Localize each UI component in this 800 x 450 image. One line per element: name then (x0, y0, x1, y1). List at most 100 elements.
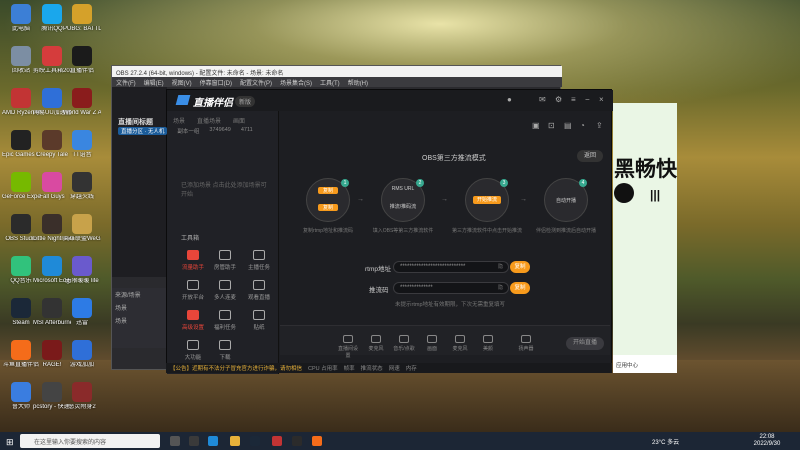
obs-scene-panel[interactable]: 来源/场景 场景 场景 (112, 288, 167, 348)
tool-label: 大功能 (184, 355, 202, 361)
start-live-button[interactable]: 开始直播 (566, 337, 604, 350)
hide-toggle-icon[interactable]: 隐 (498, 263, 503, 270)
toolbox-item[interactable]: 房管助手 (211, 250, 239, 271)
share-icon[interactable]: ⇪ (596, 121, 603, 130)
minimize-icon[interactable]: − (585, 95, 590, 104)
obs-panel-row[interactable]: 场景 (112, 301, 167, 314)
tool-icon (219, 250, 231, 260)
rtmp-label: rtmp地址 (365, 266, 391, 273)
toolbox-item[interactable]: 高级设置 (179, 310, 207, 331)
obs-menu-item[interactable]: 帮助(H) (348, 78, 368, 87)
obs-menu-item[interactable]: 停靠窗口(D) (200, 78, 232, 87)
copy-rtmp-button[interactable]: 复制 (318, 187, 338, 194)
desktop-icon[interactable]: PUBG: BATTLEGR... (63, 4, 101, 33)
obs-panel-header: 来源/场景 (115, 293, 141, 299)
obs-menu-item[interactable]: 视图(V) (172, 78, 192, 87)
desktop-icon[interactable]: 恶灵附身2 (63, 382, 101, 411)
lock-icon[interactable]: ⊡ (548, 121, 555, 130)
obs-menu-item[interactable]: 工具(T) (320, 78, 340, 87)
obs-panel-row[interactable]: 场景 (112, 314, 167, 327)
microphone-button[interactable]: 麦克风 (448, 335, 472, 352)
picture-button[interactable]: 画面 (420, 335, 444, 352)
obs-icon[interactable] (292, 436, 302, 446)
desktop-icon[interactable]: 迅雷 (63, 298, 101, 327)
obs-menu-item[interactable]: 场景集合(S) (280, 78, 312, 87)
calendar-icon[interactable]: ▤ (564, 121, 572, 130)
hide-toggle-icon[interactable]: 隐 (498, 284, 503, 291)
obs-menu-item[interactable]: 文件(F) (116, 78, 136, 87)
app-icon (42, 382, 62, 402)
desktop-icon[interactable]: 穿越火线 (63, 172, 101, 201)
step-1-caption: 复制rtmp地址和推流码 (302, 228, 353, 234)
taskbar-weather[interactable]: 23°C 多云 (652, 437, 679, 446)
back-button[interactable]: 返回 (577, 150, 603, 162)
tab-scene[interactable]: 场景 (173, 116, 185, 125)
toolbox-item[interactable]: 大功能 (179, 340, 207, 361)
room-title[interactable]: 直播间标题 (118, 117, 153, 127)
toolbox-item[interactable]: 下载 (211, 340, 239, 361)
toolbox-item[interactable]: 贴纸 (245, 310, 273, 331)
mode-title: OBS第三方推流模式 (422, 155, 486, 162)
obs-menu-item[interactable]: 编辑(E) (144, 78, 164, 87)
status-warning[interactable]: 【公告】近期有不法分子冒充官方进行诈骗，请勿相信 (170, 364, 302, 372)
message-icon[interactable]: ✉ (539, 95, 546, 104)
toolbox-item[interactable]: 观看直播 (245, 280, 273, 301)
mic-button[interactable]: 麦克风 (364, 335, 388, 352)
bottom-item-label: 美颜 (482, 346, 493, 352)
bell-icon[interactable]: ◔ (580, 121, 585, 130)
copy-stream-key-button[interactable]: 复制 (510, 282, 530, 294)
desktop-icon[interactable]: TT语音 (63, 130, 101, 159)
stream-key-field[interactable]: ************** (393, 282, 509, 294)
desktop-icon[interactable]: 游戏加加 (63, 340, 101, 369)
gift-icon[interactable]: ▣ (532, 121, 540, 130)
music-icon (399, 335, 409, 343)
stream-key-label: 推流码 (369, 287, 389, 294)
stream-tool-icon[interactable] (312, 436, 322, 446)
avatar[interactable]: ● (507, 95, 512, 104)
app-center-link[interactable]: 应用中心 (616, 363, 638, 369)
step-1-circle: 1 (306, 178, 350, 222)
copy-rtmp-address-button[interactable]: 复制 (510, 261, 530, 273)
toolbox-item[interactable]: 流量助手 (179, 250, 207, 271)
windows-start-icon[interactable]: ⊞ (6, 437, 14, 448)
toolbox-item[interactable]: 福利任务 (211, 310, 239, 331)
bottom-item-label: 扬声器 (518, 346, 534, 352)
music-button[interactable]: 音乐/点歌 (392, 335, 416, 352)
room-settings-button[interactable]: 直播间设置 (336, 335, 360, 359)
tab-live-scene[interactable]: 直播场景 (197, 116, 221, 125)
explorer-icon[interactable] (230, 436, 240, 446)
version-badge[interactable]: 新版 (235, 96, 256, 107)
room-category-tag[interactable]: 直播分区 · 无人机 (118, 127, 168, 135)
settings-icon[interactable]: ⚙ (555, 95, 562, 104)
app-icon (11, 172, 31, 192)
beauty-button[interactable]: 美颜 (476, 335, 500, 352)
desktop-icon[interactable]: 英雄联盟WeGame (63, 214, 101, 243)
tool-label: 下载 (219, 355, 231, 361)
desktop-icon-label: 穿越火线 (69, 194, 94, 200)
taskbar-clock[interactable]: 22:08 2022/9/30 (740, 434, 794, 448)
taskbar-search-input[interactable]: 在这里输入你要搜索的内容 (20, 434, 160, 448)
app-icon (11, 298, 31, 318)
desktop-icon[interactable]: World War Z Aftermath (63, 88, 101, 117)
speaker-button[interactable]: 扬声器 (514, 335, 538, 352)
desktop-icon[interactable]: 直播伴侣 (63, 46, 101, 75)
steam-icon[interactable] (250, 436, 260, 446)
edge-icon[interactable] (208, 436, 218, 446)
obs-menu-item[interactable]: 配置文件(P) (240, 78, 272, 87)
app-icon (11, 214, 31, 234)
task-view-icon[interactable] (170, 436, 180, 446)
step-4-caption: 伴侣检测到推流后自动开播 (535, 228, 596, 234)
close-icon[interactable]: × (599, 95, 604, 104)
toolbox-item[interactable]: 开放平台 (179, 280, 207, 301)
copy-key-button[interactable]: 复制 (318, 204, 338, 211)
status-item: 网速 (388, 366, 400, 372)
app-icon[interactable] (272, 436, 282, 446)
tab-picture[interactable]: 画面 (233, 116, 245, 125)
rtmp-address-field[interactable]: **************************** (393, 261, 509, 273)
toolbox-item[interactable]: 主播任务 (245, 250, 273, 271)
widget-icon[interactable] (189, 436, 199, 446)
menu-icon[interactable]: ≡ (571, 95, 576, 104)
desktop-icon[interactable]: 无限暖暖 lite (63, 256, 101, 285)
toolbox-item[interactable]: 多人连麦 (211, 280, 239, 301)
browser-window[interactable] (613, 103, 677, 373)
